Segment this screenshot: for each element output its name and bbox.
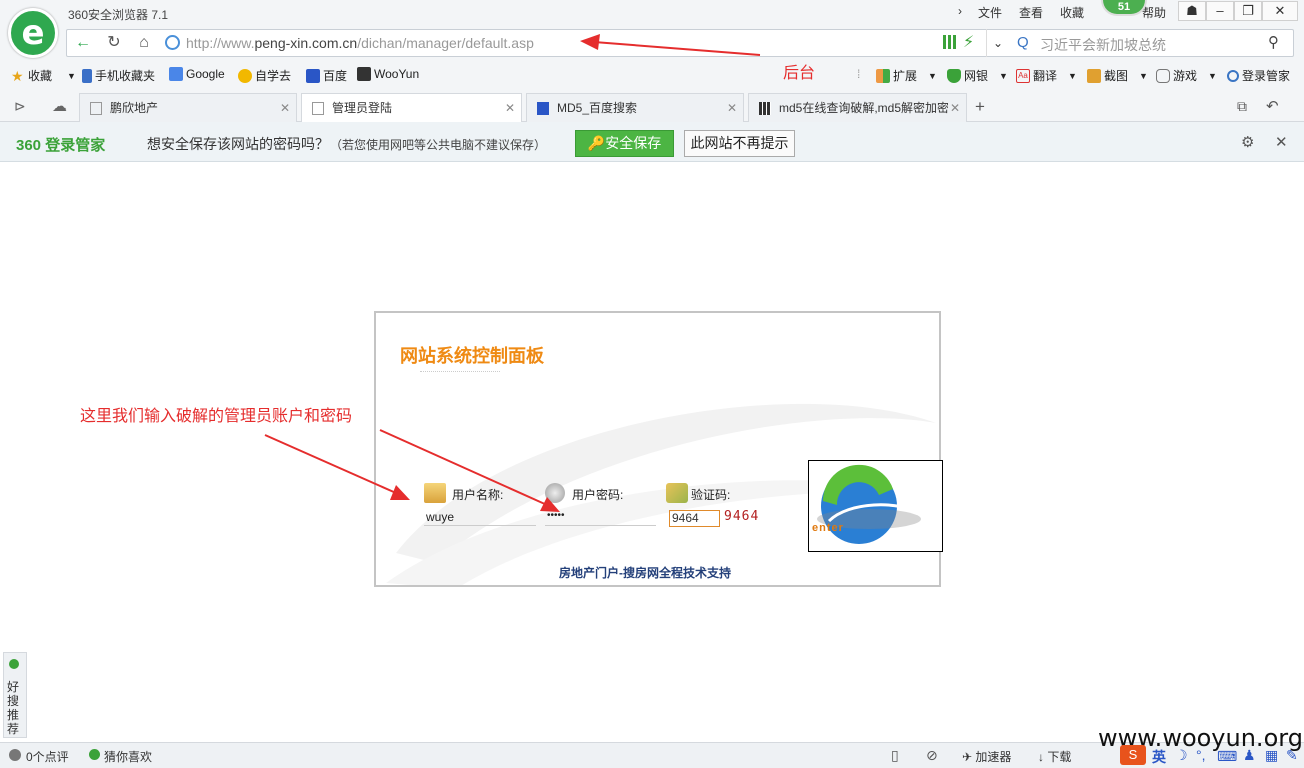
- no-sound-icon[interactable]: ⊘: [926, 747, 938, 764]
- guess-icon: [89, 749, 100, 760]
- rocket-icon: ✈: [962, 750, 976, 764]
- punctuation-icon[interactable]: °,: [1196, 747, 1206, 763]
- skin-shirt-icon[interactable]: ♟: [1243, 747, 1256, 764]
- sogou-ime-icon[interactable]: S: [1120, 745, 1146, 765]
- download[interactable]: ↓ 下载: [1038, 748, 1071, 765]
- recommend-label: 好搜推荐: [7, 680, 20, 736]
- accelerator[interactable]: ✈ 加速器: [962, 748, 1011, 765]
- keyboard-icon[interactable]: ⌨: [1217, 748, 1237, 765]
- guess-you-like[interactable]: 猜你喜欢: [104, 748, 152, 765]
- mobile-icon[interactable]: ▯: [891, 747, 899, 764]
- ime-mode[interactable]: 英: [1152, 747, 1166, 767]
- recommend-dot-icon: [9, 659, 19, 669]
- comment-icon: [9, 749, 21, 761]
- settings-wrench-icon[interactable]: ✎: [1286, 747, 1298, 764]
- browser-logo-icon[interactable]: e: [8, 8, 58, 58]
- moon-icon[interactable]: ☽: [1175, 747, 1188, 764]
- annotation-arrows: [264, 34, 761, 512]
- download-icon: ↓: [1038, 750, 1048, 764]
- toolbox-icon[interactable]: ▦: [1265, 747, 1278, 764]
- comment-count[interactable]: 0个点评: [26, 748, 69, 765]
